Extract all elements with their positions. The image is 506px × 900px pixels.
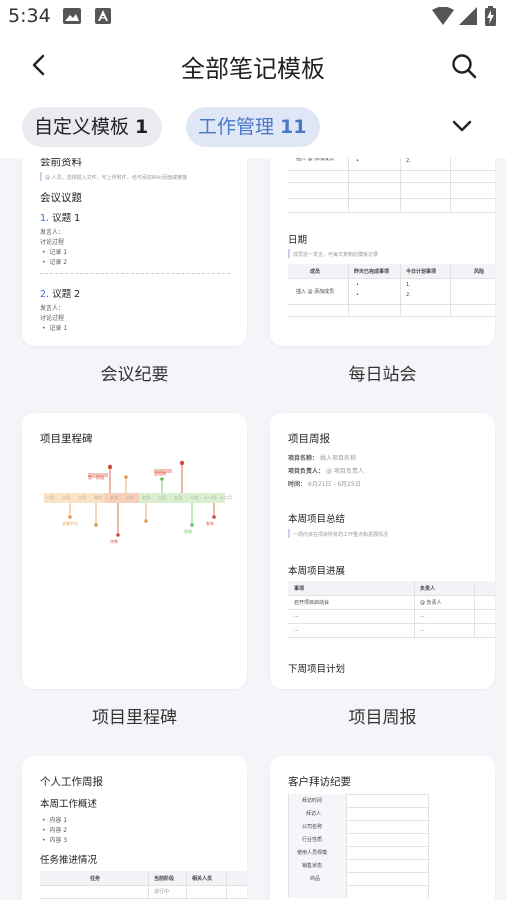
template-card-customer-visit-minutes[interactable]: 客户拜访纪要 拜访时间 拜访人 公司名称 行业性质 使用人员规模 销售状态 商品	[270, 756, 495, 900]
chevron-left-icon	[32, 54, 45, 76]
expand-tabs-button[interactable]	[446, 110, 478, 142]
tab-work-management[interactable]: 工作管理 11	[186, 107, 321, 147]
image-notification-icon	[63, 8, 81, 24]
cellular-signal-icon	[459, 7, 477, 25]
preview-heading: 项目周报	[288, 433, 330, 445]
template-card-project-milestone[interactable]: 项目里程碑 一月 二月 三月 四月 五月 六月 七月 八月 九月 十月 十一月 …	[22, 413, 247, 689]
template-card-project-weekly-report[interactable]: 项目周报 项目名称： 插入项目名称 项目负责人： @ 项目负责人 时间： 6月2…	[270, 413, 495, 689]
preview-heading: 项目里程碑	[40, 433, 93, 445]
template-name: 项目周报	[348, 708, 417, 728]
status-time: 5:34	[8, 5, 51, 27]
template-grid: 会前资料 @ 人员，选择插入文件，可上传附件，也可添加Wiki页面或链接 会议议…	[0, 158, 506, 900]
preview-heading: 会议议题	[40, 192, 82, 204]
top-app-bar: 全部笔记模板	[0, 34, 506, 100]
status-bar: 5:34	[0, 0, 506, 34]
preview-heading: 会前资料	[40, 158, 82, 168]
back-button[interactable]	[22, 48, 58, 84]
tab-count: 1	[135, 116, 149, 138]
text-notification-icon	[95, 8, 111, 24]
battery-charging-icon	[485, 6, 496, 26]
preview-heading: 客户拜访纪要	[288, 776, 351, 788]
search-button[interactable]	[446, 48, 482, 84]
template-name: 会议纪要	[100, 365, 169, 385]
preview-heading: 下周项目计划	[288, 664, 346, 675]
tab-label: 工作管理	[198, 116, 275, 138]
template-name: 每日站会	[348, 365, 417, 385]
wifi-icon	[432, 7, 454, 25]
tab-label: 自定义模板	[34, 116, 130, 138]
template-card-meeting-minutes[interactable]: 会前资料 @ 人员，选择插入文件，可上传附件，也可添加Wiki页面或链接 会议议…	[22, 158, 247, 346]
category-tabs: 自定义模板 1 工作管理 11	[0, 100, 506, 158]
tab-custom-templates[interactable]: 自定义模板 1	[22, 107, 163, 147]
chevron-down-icon	[452, 120, 472, 132]
preview-heading: 本周工作概述	[40, 799, 98, 810]
tab-count: 11	[280, 116, 307, 138]
search-icon	[452, 54, 477, 79]
template-card-personal-weekly-report[interactable]: 个人工作周报 本周工作概述 • 内容 1 • 内容 2 • 内容 3 任务推进情…	[22, 756, 247, 900]
preview-text: 1. 议题 1	[40, 213, 81, 224]
preview-heading: 日期	[288, 235, 308, 246]
template-name: 项目里程碑	[92, 708, 177, 728]
page-title: 全部笔记模板	[181, 55, 325, 83]
template-card-daily-standup[interactable]: 插入 @ 添加成员 • • 1. 2. 日期 成员逐一发言，可每日复制此模板记录…	[270, 158, 495, 346]
preview-heading: 本周项目总结	[288, 514, 346, 525]
preview-heading: 本周项目进展	[288, 566, 346, 577]
preview-hint: @ 人员，选择插入文件，可上传附件，也可添加Wiki页面或链接	[45, 175, 188, 181]
preview-text: 2. 议题 2	[40, 289, 81, 300]
preview-heading: 任务推进情况	[40, 855, 98, 866]
preview-heading: 个人工作周报	[40, 776, 103, 788]
